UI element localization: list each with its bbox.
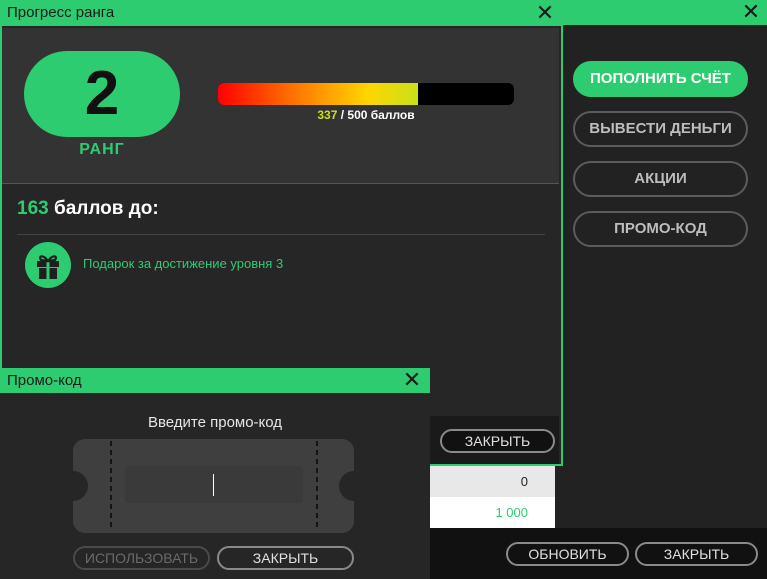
promo-close-button[interactable]: ЗАКРЫТЬ [217,546,354,570]
gift-icon [25,242,71,288]
rank-close-icon[interactable]: ✕ [533,2,557,24]
progress-text: 337 / 500 баллов [218,108,514,122]
deposit-button[interactable]: ПОПОЛНИТЬ СЧЁТ [573,61,748,97]
reward-text: Подарок за достижение уровня 3 [83,256,284,271]
promotions-button[interactable]: АКЦИИ [573,161,748,197]
points-needed-heading: 163 баллов до: [17,198,159,220]
promo-prompt: Введите промо-код [147,414,283,431]
rank-number: 2 [24,51,180,137]
divider [17,234,545,235]
progress-bar [218,83,514,105]
withdraw-button[interactable]: ВЫВЕСТИ ДЕНЬГИ [573,111,748,147]
points-needed-text: баллов до: [48,198,159,219]
account-close-icon[interactable]: ✕ [739,1,763,23]
table-row: 1 000 [430,497,555,528]
promo-code-button[interactable]: ПРОМО-КОД [573,211,748,247]
promo-close-icon[interactable]: ✕ [400,369,424,391]
refresh-button[interactable]: ОБНОВИТЬ [506,542,629,566]
table-row: 0 [430,466,555,497]
rank-label: РАНГ [79,141,125,158]
promo-window-title: Промо-код [7,372,82,389]
progress-current: 337 [317,108,338,122]
text-caret [213,474,214,496]
progress-max: / 500 баллов [340,108,415,122]
use-promo-button[interactable]: ИСПОЛЬЗОВАТЬ [73,546,210,570]
promo-code-input[interactable] [125,466,303,503]
balance-table: 0 1 000 [430,466,555,528]
rank-close-button[interactable]: ЗАКРЫТЬ [440,429,555,453]
account-close-button[interactable]: ЗАКРЫТЬ [635,542,758,566]
points-needed-number: 163 [17,198,49,219]
rank-window-title: Прогресс ранга [7,4,115,21]
progress-bar-fill [218,83,418,105]
